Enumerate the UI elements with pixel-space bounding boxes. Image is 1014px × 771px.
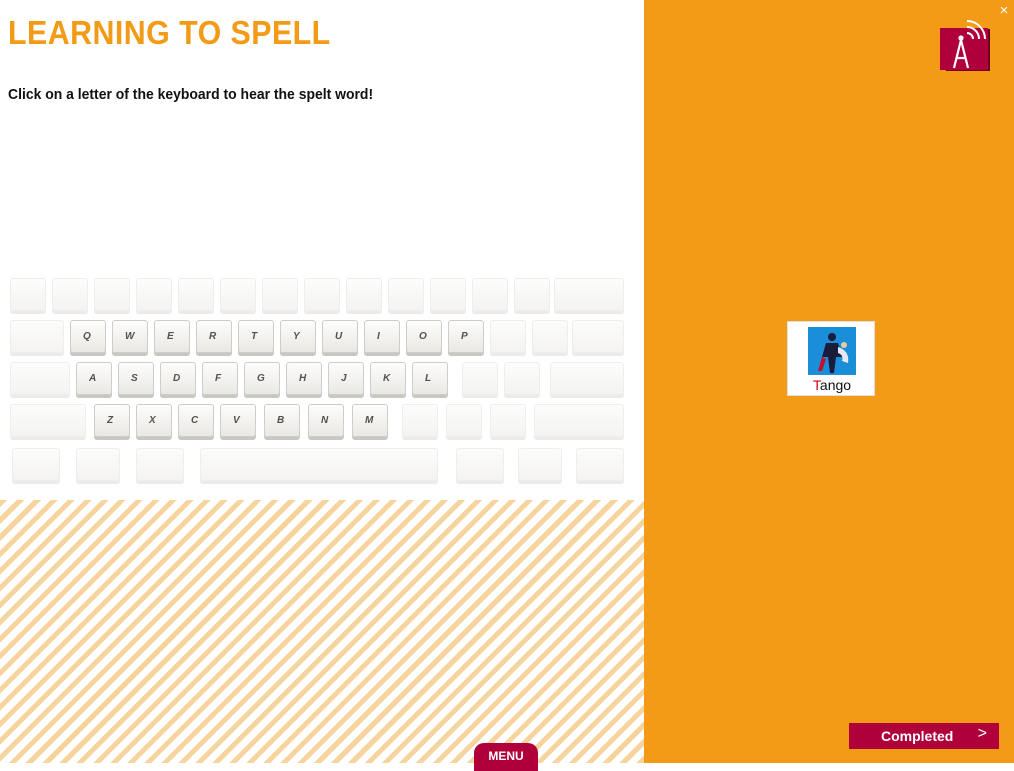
key-j[interactable]: J bbox=[328, 362, 364, 395]
key-q[interactable]: Q bbox=[70, 320, 106, 353]
key-x[interactable]: X bbox=[136, 404, 172, 437]
key-e[interactable]: E bbox=[154, 320, 190, 353]
key-1 bbox=[52, 278, 88, 311]
key-minus bbox=[472, 278, 508, 311]
key-b[interactable]: B bbox=[264, 404, 300, 437]
key-r[interactable]: R bbox=[196, 320, 232, 353]
key-c[interactable]: C bbox=[178, 404, 214, 437]
instruction-text: Click on a letter of the keyboard to hea… bbox=[8, 86, 374, 103]
key-slash bbox=[490, 404, 526, 437]
key-return bbox=[550, 362, 624, 395]
menu-button[interactable]: MENU bbox=[474, 743, 538, 771]
key-g[interactable]: G bbox=[244, 362, 280, 395]
key-v[interactable]: V bbox=[220, 404, 256, 437]
key-o[interactable]: O bbox=[406, 320, 442, 353]
keyboard-row-qwerty: Q W E R T Y U I O P bbox=[6, 320, 632, 358]
key-period bbox=[446, 404, 482, 437]
key-t[interactable]: T bbox=[238, 320, 274, 353]
key-6 bbox=[262, 278, 298, 311]
key-bracket-right bbox=[532, 320, 568, 353]
key-shift-right bbox=[534, 404, 624, 437]
key-comma bbox=[402, 404, 438, 437]
keyboard-bottom-row bbox=[6, 448, 632, 486]
key-space bbox=[200, 448, 438, 481]
key-command-left bbox=[136, 448, 184, 481]
key-control-right bbox=[576, 448, 624, 481]
key-bracket-left bbox=[490, 320, 526, 353]
key-m[interactable]: M bbox=[352, 404, 388, 437]
key-caps-lock bbox=[10, 362, 70, 395]
key-u[interactable]: U bbox=[322, 320, 358, 353]
key-8 bbox=[346, 278, 382, 311]
key-quote bbox=[504, 362, 540, 395]
key-tab bbox=[10, 320, 64, 353]
key-z[interactable]: Z bbox=[94, 404, 130, 437]
keyboard: Q W E R T Y U I O P A S D F G H J K L Z … bbox=[6, 272, 632, 492]
key-command-right bbox=[456, 448, 504, 481]
key-f[interactable]: F bbox=[202, 362, 238, 395]
radio-tower-logo-icon bbox=[940, 18, 992, 74]
key-option bbox=[76, 448, 120, 481]
key-control bbox=[12, 448, 60, 481]
key-d[interactable]: D bbox=[160, 362, 196, 395]
key-a[interactable]: A bbox=[76, 362, 112, 395]
key-semicolon bbox=[462, 362, 498, 395]
tango-dancers-icon bbox=[808, 327, 856, 375]
key-l[interactable]: L bbox=[412, 362, 448, 395]
key-equals bbox=[514, 278, 550, 311]
key-tilde bbox=[10, 278, 46, 311]
key-y[interactable]: Y bbox=[280, 320, 316, 353]
key-k[interactable]: K bbox=[370, 362, 406, 395]
key-5 bbox=[220, 278, 256, 311]
key-9 bbox=[388, 278, 424, 311]
key-option-right bbox=[518, 448, 562, 481]
completed-button[interactable]: Completed > bbox=[849, 723, 999, 749]
key-4 bbox=[178, 278, 214, 311]
left-panel: LEARNING TO SPELL Click on a letter of t… bbox=[0, 0, 644, 771]
key-i[interactable]: I bbox=[364, 320, 400, 353]
key-shift-left bbox=[10, 404, 86, 437]
key-2 bbox=[94, 278, 130, 311]
key-n[interactable]: N bbox=[308, 404, 344, 437]
key-s[interactable]: S bbox=[118, 362, 154, 395]
word-label: Tango bbox=[812, 377, 852, 393]
key-h[interactable]: H bbox=[286, 362, 322, 395]
key-7 bbox=[304, 278, 340, 311]
close-icon[interactable]: × bbox=[996, 2, 1012, 20]
key-p[interactable]: P bbox=[448, 320, 484, 353]
striped-background bbox=[0, 500, 644, 763]
key-backslash bbox=[572, 320, 624, 353]
page-title: LEARNING TO SPELL bbox=[8, 14, 331, 51]
word-card-tango[interactable]: Tango bbox=[787, 321, 875, 396]
keyboard-number-row bbox=[6, 278, 632, 316]
key-delete bbox=[554, 278, 624, 311]
key-w[interactable]: W bbox=[112, 320, 148, 353]
arrow-right-icon: > bbox=[977, 725, 987, 742]
keyboard-row-asdf: A S D F G H J K L bbox=[6, 362, 632, 400]
keyboard-row-zxcv: Z X C V B N M bbox=[6, 404, 632, 442]
key-3 bbox=[136, 278, 172, 311]
key-0 bbox=[430, 278, 466, 311]
